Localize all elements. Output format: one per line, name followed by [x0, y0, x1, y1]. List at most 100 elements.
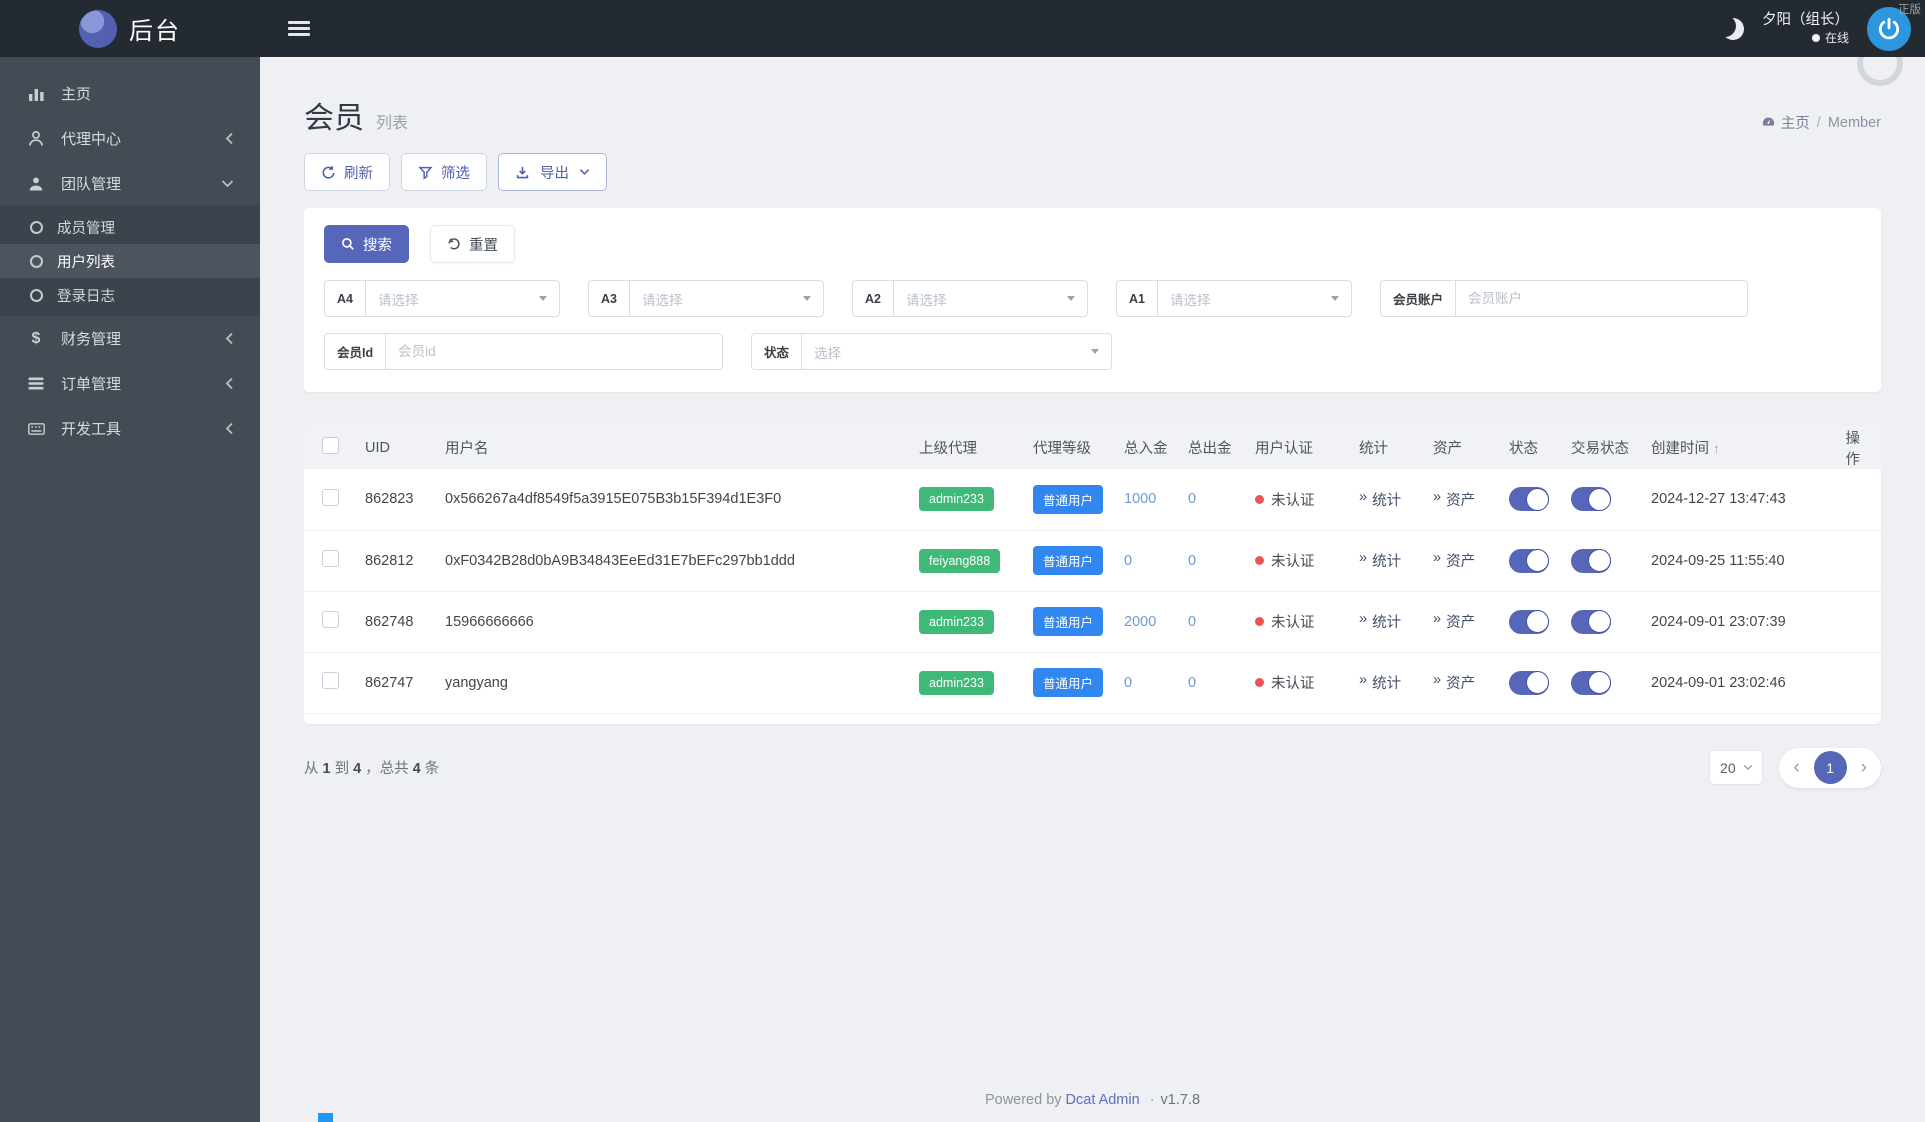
next-page-button[interactable]: › [1857, 758, 1871, 777]
auth-status: 未认证 [1255, 550, 1315, 571]
status-toggle[interactable] [1509, 670, 1549, 695]
user-menu[interactable]: 夕阳（组长） 在线 [1762, 11, 1849, 47]
created-at-sort-header[interactable]: 创建时间 ↑ [1643, 426, 1831, 469]
sidebar-item-team[interactable]: 团队管理 [0, 161, 260, 206]
trade-status-toggle[interactable] [1571, 670, 1611, 695]
dollar-icon: $ [31, 329, 41, 347]
assets-link[interactable]: » 资产 [1433, 672, 1475, 693]
reset-button[interactable]: 重置 [430, 225, 515, 263]
a1-select[interactable]: 请选择 [1158, 281, 1351, 316]
filter-select-a1[interactable]: A1 请选择 [1116, 280, 1352, 317]
page-size-select[interactable]: 20 [1709, 750, 1764, 785]
auth-status: 未认证 [1255, 489, 1315, 510]
circle-icon [30, 220, 43, 234]
sidebar-item-orders[interactable]: 订单管理 [0, 361, 260, 406]
caret-down-icon [1091, 349, 1099, 354]
stats-link[interactable]: » 统计 [1359, 550, 1401, 571]
chevron-left-icon [225, 332, 234, 345]
sidebar-item-agent-center[interactable]: 代理中心 [0, 116, 260, 161]
trade-status-toggle[interactable] [1571, 609, 1611, 634]
agent-level-badge: 普通用户 [1033, 546, 1104, 575]
trade-status-toggle[interactable] [1571, 487, 1611, 512]
a3-select[interactable]: 请选择 [630, 281, 823, 316]
total-out-link[interactable]: 0 [1188, 614, 1196, 630]
stats-link[interactable]: » 统计 [1359, 672, 1401, 693]
total-in-link[interactable]: 0 [1124, 553, 1132, 569]
status-toggle[interactable] [1509, 548, 1549, 573]
online-label: 在线 [1824, 31, 1849, 46]
filter-input-account: 会员账户 [1380, 280, 1748, 317]
breadcrumb-home-link[interactable]: 主页 [1761, 112, 1810, 133]
breadcrumb-current: Member [1827, 114, 1881, 131]
sidebar-item-devtools[interactable]: 开发工具 [0, 406, 260, 451]
filter-select-a4[interactable]: A4 请选择 [324, 280, 560, 317]
a4-select[interactable]: 请选择 [366, 281, 559, 316]
row-checkbox[interactable] [322, 488, 339, 506]
sidebar-item-finance[interactable]: $ 财务管理 [0, 316, 260, 361]
current-page-button[interactable]: 1 [1813, 751, 1847, 784]
team-icon [26, 176, 46, 192]
sidebar-toggle-button[interactable] [288, 21, 310, 36]
status-select[interactable]: 选择 [802, 334, 1111, 369]
stats-link[interactable]: » 统计 [1359, 489, 1401, 510]
sidebar-item-member-management[interactable]: 成员管理 [0, 210, 260, 244]
total-out-link[interactable]: 0 [1188, 675, 1196, 691]
brand-logo-icon [79, 9, 117, 48]
pagination-summary: 从 1 到 4 ，总共 4 条 [304, 761, 440, 777]
chevron-left-icon [225, 377, 234, 390]
parent-agent-badge: admin233 [919, 609, 994, 634]
total-out-link[interactable]: 0 [1188, 491, 1196, 507]
refresh-icon [322, 165, 335, 179]
page-title-block: 会员 列表 [304, 93, 408, 137]
row-checkbox[interactable] [322, 672, 339, 689]
member-id-input[interactable] [398, 344, 710, 359]
filter-select-a2[interactable]: A2 请选择 [852, 280, 1088, 317]
page-subtitle: 列表 [376, 115, 409, 132]
online-dot-icon [1811, 34, 1820, 43]
sidebar-item-login-log[interactable]: 登录日志 [0, 278, 260, 312]
top-navbar: 后台 夕阳（组长） 在线 正版 [0, 0, 1925, 57]
refresh-button[interactable]: 刷新 [304, 153, 390, 191]
select-all-checkbox[interactable] [322, 437, 339, 454]
search-button[interactable]: 搜索 [324, 225, 409, 263]
sidebar-item-user-list[interactable]: 用户列表 [0, 244, 260, 278]
pager: ‹ 1 › [1779, 747, 1881, 788]
assets-link[interactable]: » 资产 [1433, 550, 1475, 571]
download-icon [516, 166, 529, 178]
total-in-link[interactable]: 0 [1124, 675, 1132, 691]
table-row: 862812 0xF0342B28d0bA9B34843EeEd31E7bEFc… [304, 530, 1882, 592]
chevron-down-icon [221, 179, 234, 188]
filter-panel: 搜索 重置 A4 请选择 A3 请选择 A2 请选择 A1 请选择 会员账户 会… [304, 208, 1881, 392]
filter-button[interactable]: 筛选 [401, 153, 487, 191]
assets-link[interactable]: » 资产 [1433, 489, 1475, 510]
export-button[interactable]: 导出 [498, 153, 607, 191]
corner-widget [318, 1113, 333, 1122]
dashboard-gauge-icon [1762, 117, 1774, 126]
filter-select-a3[interactable]: A3 请选择 [588, 280, 824, 317]
total-out-link[interactable]: 0 [1188, 553, 1196, 569]
total-in-link[interactable]: 1000 [1124, 491, 1156, 507]
filter-select-status[interactable]: 状态 选择 [751, 333, 1112, 370]
status-toggle[interactable] [1509, 609, 1549, 634]
member-account-input[interactable] [1468, 291, 1735, 306]
user-name: 夕阳（组长） [1762, 11, 1849, 28]
row-checkbox[interactable] [322, 611, 339, 628]
chevron-down-icon [1743, 764, 1752, 771]
row-checkbox[interactable] [322, 550, 339, 567]
parent-agent-badge: admin233 [919, 670, 994, 695]
status-toggle[interactable] [1509, 487, 1549, 512]
a2-select[interactable]: 请选择 [894, 281, 1087, 316]
brand[interactable]: 后台 [0, 0, 260, 57]
total-in-link[interactable]: 2000 [1124, 614, 1156, 630]
dark-mode-toggle-icon[interactable] [1720, 15, 1747, 42]
trade-status-toggle[interactable] [1571, 548, 1611, 573]
members-table: UID 用户名 上级代理 代理等级 总入金 总出金 用户认证 统计 资产 状态 … [304, 426, 1882, 714]
sidebar-item-home[interactable]: 主页 [0, 71, 260, 116]
assets-link[interactable]: » 资产 [1433, 611, 1475, 632]
reset-icon [448, 238, 460, 250]
agent-level-badge: 普通用户 [1033, 607, 1104, 636]
stats-link[interactable]: » 统计 [1359, 611, 1401, 632]
prev-page-button[interactable]: ‹ [1789, 758, 1803, 777]
dcat-admin-link[interactable]: Dcat Admin [1066, 1092, 1140, 1108]
chevron-left-icon [225, 132, 234, 145]
